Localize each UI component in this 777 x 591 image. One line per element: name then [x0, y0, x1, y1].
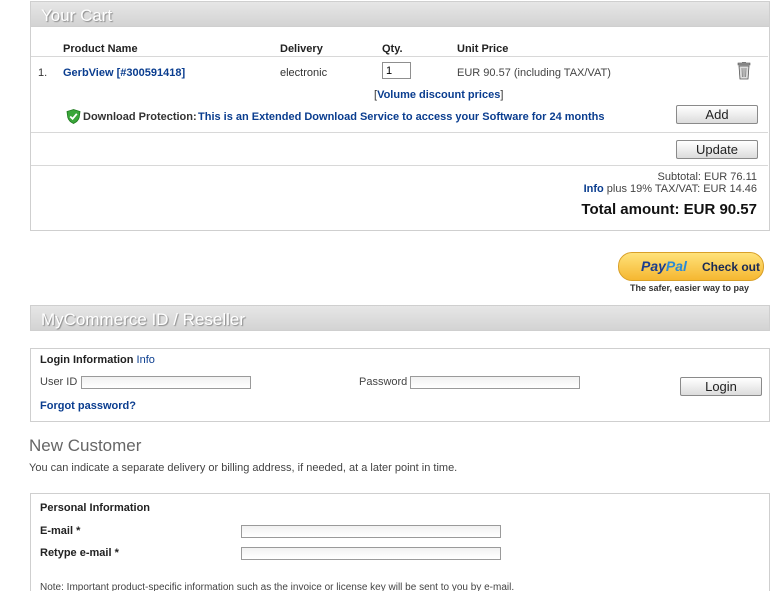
add-protection-button[interactable]: Add	[676, 105, 758, 124]
tax-text: plus 19% TAX/VAT: EUR 14.46	[606, 183, 757, 195]
forgot-password-link[interactable]: Forgot password?	[40, 400, 136, 412]
paypal-logo: PayPal	[641, 258, 687, 274]
login-info-link[interactable]: Info	[137, 354, 155, 366]
item-price: EUR 90.57 (including TAX/VAT)	[457, 67, 611, 79]
user-id-label: User ID	[40, 376, 78, 388]
login-heading: Login Information Info	[40, 354, 155, 366]
total-amount: Total amount: EUR 90.57	[581, 201, 757, 218]
new-customer-note: You can indicate a separate delivery or …	[29, 462, 458, 474]
download-protection-label: Download Protection:	[83, 111, 197, 123]
user-id-input[interactable]	[81, 376, 251, 389]
email-label: E-mail *	[40, 525, 81, 537]
login-button[interactable]: Login	[680, 377, 762, 396]
update-button[interactable]: Update	[676, 140, 758, 159]
retype-email-label: Retype e-mail *	[40, 547, 119, 559]
login-heading-text: Login Information	[40, 354, 134, 366]
password-input[interactable]	[410, 376, 580, 389]
subtotal: Subtotal: EUR 76.11	[657, 171, 757, 183]
personal-heading: Personal Information	[40, 502, 151, 514]
cart-header-bar: Your Cart	[30, 1, 770, 27]
tax-line: Info plus 19% TAX/VAT: EUR 14.46	[584, 183, 757, 195]
col-product-name: Product Name	[63, 43, 138, 55]
col-unit-price: Unit Price	[457, 43, 509, 55]
email-input[interactable]	[241, 525, 501, 538]
item-index: 1.	[38, 67, 48, 79]
paypal-pill: PayPal Check out	[618, 252, 764, 281]
paypal-logo-pay: Pay	[641, 258, 666, 274]
bracket-close: ]	[500, 89, 504, 101]
row-divider-1	[31, 132, 768, 133]
shield-check-icon	[66, 109, 81, 124]
volume-discount-link[interactable]: Volume discount prices	[377, 89, 500, 101]
product-link[interactable]: GerbView [#300591418]	[63, 67, 185, 79]
reseller-title: MyCommerce ID / Reseller	[41, 310, 246, 329]
paypal-check-out: Check out	[702, 260, 761, 274]
paypal-logo-pal: Pal	[665, 258, 687, 274]
tax-info-link[interactable]: Info	[584, 183, 604, 195]
email-footnote: Note: Important product-specific informa…	[40, 582, 515, 591]
delivery-type: electronic	[280, 67, 328, 79]
retype-email-input[interactable]	[241, 547, 501, 560]
download-protection-text: This is an Extended Download Service to …	[198, 111, 605, 123]
paypal-tagline: The safer, easier way to pay	[630, 283, 750, 293]
quantity-input[interactable]	[382, 62, 411, 79]
reseller-header-bar: MyCommerce ID / Reseller	[30, 305, 770, 331]
paypal-checkout-button[interactable]: PayPal Check out The safer, easier way t…	[618, 252, 765, 294]
password-label: Password	[359, 376, 408, 388]
header-divider	[31, 56, 768, 57]
col-delivery: Delivery	[280, 43, 323, 55]
new-customer-title: New Customer	[29, 436, 142, 455]
trash-icon[interactable]	[737, 62, 751, 80]
col-qty: Qty.	[382, 43, 403, 55]
row-divider-2	[31, 165, 768, 166]
cart-title: Your Cart	[41, 6, 113, 25]
volume-discount: [Volume discount prices]	[374, 89, 503, 101]
